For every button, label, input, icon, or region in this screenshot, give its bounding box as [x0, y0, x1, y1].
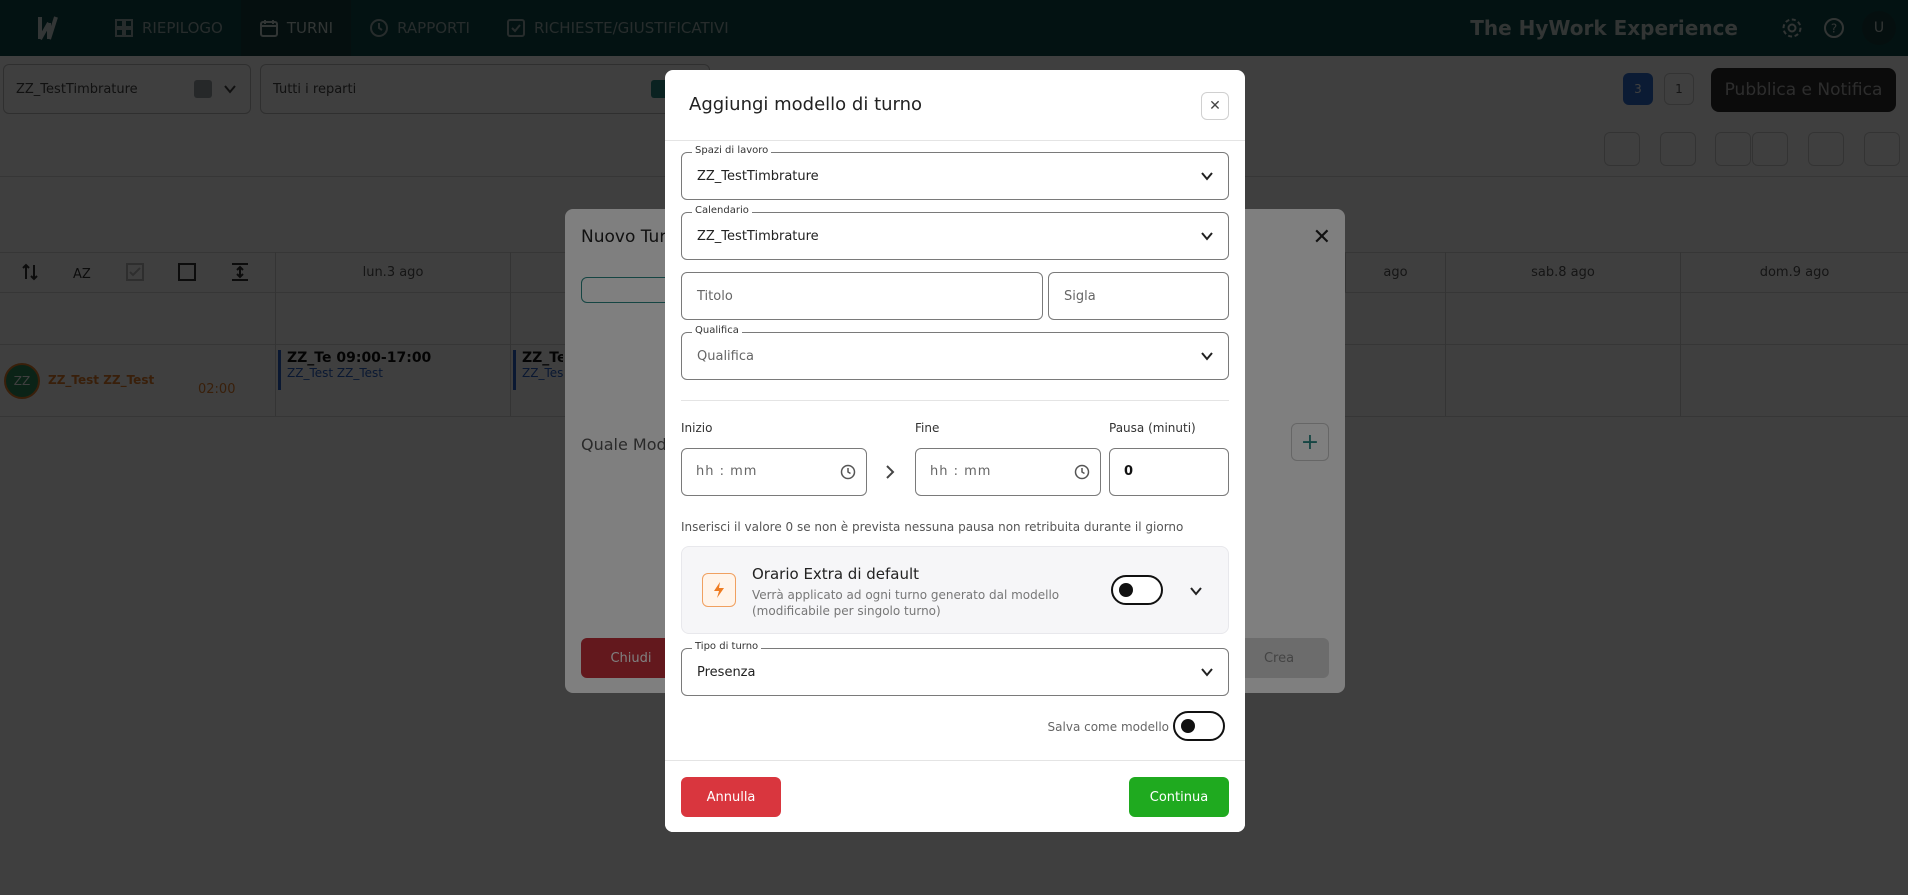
- field-label: Spazi di lavoro: [692, 145, 772, 156]
- toggle-knob: [1181, 719, 1195, 733]
- field-value: ZZ_TestTimbrature: [697, 169, 819, 184]
- field-placeholder: Sigla: [1064, 289, 1096, 304]
- field-label: Qualifica: [692, 325, 742, 336]
- continue-button[interactable]: Continua: [1129, 777, 1229, 817]
- chevron-down-icon: [1201, 172, 1213, 181]
- pause-label: Pausa (minuti): [1109, 421, 1196, 435]
- dialog-footer: Annulla Continua: [665, 760, 1245, 832]
- code-input[interactable]: Sigla: [1048, 272, 1229, 320]
- save-as-model-label: Salva come modello: [1047, 720, 1169, 734]
- save-as-model-toggle[interactable]: [1173, 711, 1225, 741]
- cancel-button[interactable]: Annulla: [681, 777, 781, 817]
- lightning-icon: [702, 573, 736, 607]
- field-placeholder: Qualifica: [697, 349, 754, 364]
- divider: [665, 140, 1245, 141]
- field-label: Tipo di turno: [692, 641, 762, 652]
- extra-toggle[interactable]: [1111, 575, 1163, 605]
- calendar-select[interactable]: Calendario ZZ_TestTimbrature: [681, 205, 1229, 260]
- chevron-down-icon: [1201, 232, 1213, 241]
- field-label: Calendario: [692, 205, 752, 216]
- pause-input[interactable]: 0: [1109, 448, 1229, 496]
- field-value: ZZ_TestTimbrature: [697, 229, 819, 244]
- end-time-input[interactable]: hh : mm: [915, 448, 1101, 496]
- pause-hint: Inserisci il valore 0 se non è prevista …: [681, 520, 1184, 534]
- clock-icon[interactable]: [1074, 464, 1090, 480]
- divider: [681, 400, 1229, 401]
- workspace-select[interactable]: Spazi di lavoro ZZ_TestTimbrature: [681, 145, 1229, 200]
- chevron-down-icon: [1201, 352, 1213, 361]
- toggle-knob: [1119, 583, 1133, 597]
- field-placeholder: Titolo: [697, 289, 733, 304]
- time-placeholder: hh : mm: [696, 464, 758, 479]
- end-label: Fine: [915, 421, 940, 435]
- extra-title: Orario Extra di default: [752, 565, 920, 583]
- close-icon[interactable]: ✕: [1201, 92, 1229, 120]
- shift-type-select[interactable]: Tipo di turno Presenza: [681, 641, 1229, 696]
- chevron-right-icon: [886, 465, 895, 479]
- extra-description: Verrà applicato ad ogni turno generato d…: [752, 588, 1060, 618]
- clock-icon[interactable]: [840, 464, 856, 480]
- title-input[interactable]: Titolo: [681, 272, 1043, 320]
- extra-time-panel: Orario Extra di default Verrà applicato …: [681, 546, 1229, 634]
- start-label: Inizio: [681, 421, 713, 435]
- pause-value: 0: [1124, 464, 1135, 479]
- dialog-title: Aggiungi modello di turno: [689, 94, 923, 115]
- start-time-input[interactable]: hh : mm: [681, 448, 867, 496]
- time-placeholder: hh : mm: [930, 464, 992, 479]
- field-value: Presenza: [697, 665, 756, 680]
- chevron-down-icon: [1201, 668, 1213, 677]
- add-shift-model-dialog: Aggiungi modello di turno ✕ Spazi di lav…: [665, 70, 1245, 832]
- chevron-down-icon[interactable]: [1189, 584, 1203, 598]
- qualification-select[interactable]: Qualifica Qualifica: [681, 325, 1229, 380]
